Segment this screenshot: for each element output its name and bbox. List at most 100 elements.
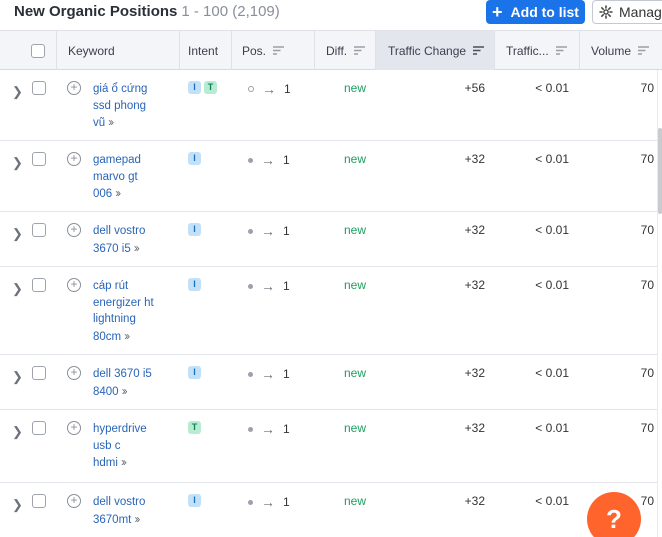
keyword-line: dell vostro	[93, 496, 146, 508]
add-to-list-label: Add to list	[510, 4, 579, 20]
column-header-volume[interactable]: Volume	[591, 31, 650, 70]
keyword-link[interactable]: dell 3670 i5 8400 ››	[93, 366, 163, 400]
sort-icon	[638, 46, 650, 55]
plus-circle-icon[interactable]: +	[67, 366, 81, 380]
double-chevron-right-icon[interactable]: ››	[134, 241, 140, 255]
position-cell: → 1	[248, 421, 290, 437]
keyword-line: ssd phong	[93, 99, 147, 112]
double-chevron-right-icon[interactable]: ››	[115, 186, 121, 200]
chevron-right-icon[interactable]: ❯	[12, 497, 23, 513]
position-cell: → 1	[248, 278, 290, 294]
table-row[interactable]: ❯ + gamepad marvo gt 006 ›› I → 1 new +32 < 0.01 70	[0, 141, 662, 212]
row-checkbox[interactable]	[32, 421, 46, 435]
intent-badges: I	[188, 152, 201, 165]
column-divider	[231, 31, 232, 70]
table-row[interactable]: ❯ + dell vostro 3670mt ›› I → 1 new +32 < 0.01 70	[0, 483, 662, 537]
keyword-line: gamepad	[93, 154, 141, 166]
column-header-traffic-change[interactable]: Traffic Change	[376, 31, 494, 70]
row-checkbox[interactable]	[32, 223, 46, 237]
keyword-link[interactable]: hyperdrive usb c hdmi ››	[93, 421, 163, 472]
column-header-intent-label: Intent	[188, 43, 219, 58]
row-checkbox[interactable]	[32, 152, 46, 166]
previous-position-dot	[248, 86, 254, 92]
chevron-right-icon[interactable]: ❯	[12, 281, 23, 297]
plus-circle-icon[interactable]: +	[67, 278, 81, 292]
plus-circle-icon[interactable]: +	[67, 421, 81, 435]
double-chevron-right-icon[interactable]: ››	[121, 455, 127, 469]
double-chevron-right-icon[interactable]: ››	[124, 329, 130, 343]
column-header-position[interactable]: Pos.	[242, 31, 285, 70]
double-chevron-right-icon[interactable]: ››	[122, 384, 128, 398]
chevron-right-icon[interactable]: ❯	[12, 84, 23, 100]
keyword-line: hyperdrive	[93, 423, 147, 435]
column-header-difficulty[interactable]: Diff.	[326, 31, 366, 70]
table-row[interactable]: ❯ + giá ổ cứng ssd phong vũ ›› I T → 1 new +56 < 0.0…	[0, 70, 662, 141]
volume-value: 70	[640, 366, 654, 380]
chevron-right-icon[interactable]: ❯	[12, 424, 23, 440]
position-value: 1	[283, 153, 290, 167]
intent-badge: I	[188, 152, 201, 165]
manage-columns-button[interactable]: Manag	[592, 0, 662, 24]
intent-badge: T	[188, 421, 201, 434]
chevron-right-icon[interactable]: ❯	[12, 226, 23, 242]
position-cell: → 1	[248, 152, 290, 168]
table-row[interactable]: ❯ + hyperdrive usb c hdmi ›› T → 1 new +32 < 0.01 70	[0, 410, 662, 483]
plus-circle-icon[interactable]: +	[67, 81, 81, 95]
keyword-line: dell vostro	[93, 225, 146, 237]
difficulty-value: new	[344, 366, 367, 380]
select-all-checkbox[interactable]	[31, 43, 45, 58]
intent-badge: I	[188, 81, 201, 94]
arrow-right-icon: →	[261, 152, 275, 168]
keyword-line: 3670mt	[93, 513, 132, 526]
traffic-share-value: < 0.01	[535, 366, 569, 380]
row-checkbox[interactable]	[32, 81, 46, 95]
volume-value: 70	[640, 421, 654, 435]
column-header-position-label: Pos.	[242, 43, 267, 58]
plus-circle-icon[interactable]: +	[67, 223, 81, 237]
chevron-right-icon[interactable]: ❯	[12, 369, 23, 385]
plus-circle-icon[interactable]: +	[67, 152, 81, 166]
column-header-intent[interactable]: Intent	[188, 31, 218, 70]
keyword-line: giá ổ cứng	[93, 83, 148, 95]
manage-label: Manag	[619, 4, 662, 20]
traffic-change-value: +32	[464, 494, 485, 508]
difficulty-value: new	[344, 223, 367, 237]
keyword-link[interactable]: gamepad marvo gt 006 ››	[93, 152, 163, 203]
table-row[interactable]: ❯ + dell 3670 i5 8400 ›› I → 1 new +32 < 0.01 70	[0, 355, 662, 410]
previous-position-dot	[248, 157, 253, 163]
help-button[interactable]: ?	[587, 492, 641, 537]
table-header: Keyword Intent Pos. Diff. Traffic Change…	[0, 30, 662, 70]
intent-badges: T	[188, 421, 201, 434]
row-checkbox[interactable]	[32, 366, 46, 380]
keyword-line: dell 3670 i5	[93, 368, 152, 380]
column-header-keyword[interactable]: Keyword	[68, 31, 115, 70]
plus-circle-icon[interactable]: +	[67, 494, 81, 508]
column-divider	[314, 31, 315, 70]
row-checkbox[interactable]	[32, 278, 46, 292]
column-header-volume-label: Volume	[591, 43, 632, 58]
keyword-link[interactable]: dell vostro 3670 i5 ››	[93, 223, 163, 257]
table-row[interactable]: ❯ + cáp rút energizer ht lightning 80cm ›› I → 1 n…	[0, 267, 662, 355]
sort-icon	[354, 46, 366, 55]
double-chevron-right-icon[interactable]: ››	[108, 115, 114, 129]
keyword-link[interactable]: giá ổ cứng ssd phong vũ ››	[93, 81, 163, 132]
keyword-line: energizer ht	[93, 296, 154, 309]
page-title: New Organic Positions 1 - 100 (2,109)	[14, 3, 280, 20]
column-header-traffic-share[interactable]: Traffic...	[506, 31, 567, 70]
add-to-list-button[interactable]: + Add to list	[486, 0, 585, 24]
chevron-right-icon[interactable]: ❯	[12, 155, 23, 171]
column-divider	[179, 31, 180, 70]
column-divider	[56, 31, 57, 70]
column-header-difficulty-label: Diff.	[326, 43, 348, 58]
report-header: New Organic Positions 1 - 100 (2,109) + A…	[0, 0, 662, 30]
intent-badges: I	[188, 494, 201, 507]
previous-position-dot	[248, 499, 253, 505]
table-row[interactable]: ❯ + dell vostro 3670 i5 ›› I → 1 new +32 < 0.01 70	[0, 212, 662, 267]
volume-value: 70	[640, 81, 654, 95]
row-checkbox[interactable]	[32, 494, 46, 508]
keyword-link[interactable]: cáp rút energizer ht lightning 80cm ››	[93, 278, 163, 345]
double-chevron-right-icon[interactable]: ››	[134, 512, 140, 526]
scrollbar-thumb[interactable]	[658, 128, 662, 214]
keyword-link[interactable]: dell vostro 3670mt ››	[93, 494, 163, 528]
position-cell: → 1	[248, 366, 290, 382]
